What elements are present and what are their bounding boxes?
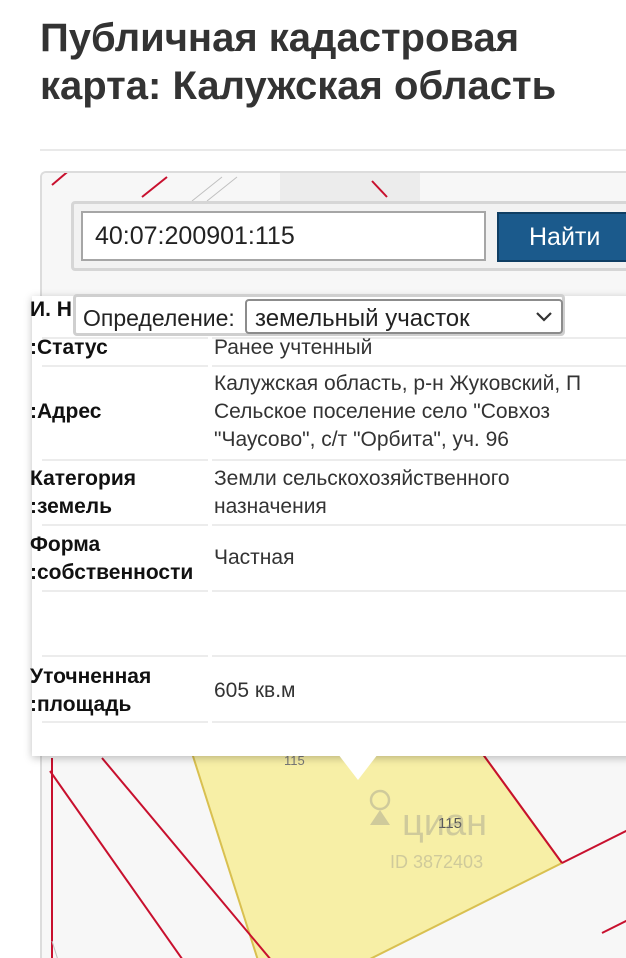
watermark: циан ID 3872403 [360,780,540,885]
title-divider [40,149,626,151]
watermark-id: ID 3872403 [390,852,483,872]
page-title: Публичная кадастровая карта: Калужская о… [40,14,626,110]
definition-selected-value: земельный участок [255,305,470,332]
chevron-down-icon [536,312,552,322]
watermark-brand: циан [402,802,487,844]
definition-selector: Определение: земельный участок [73,294,565,336]
search-bar: Найти [71,201,626,271]
popup-pointer [338,754,378,780]
page-title-line-2: карта: Калужская область [40,64,557,108]
find-button[interactable]: Найти [497,212,626,262]
object-info-popup [32,296,626,756]
cian-logo-icon: циан ID 3872403 [369,789,487,872]
definition-dropdown[interactable]: земельный участок [245,299,563,334]
cadastral-number-input[interactable] [81,211,486,261]
page-title-line-1: Публичная кадастровая [40,16,520,60]
definition-label: Определение: [83,305,235,331]
